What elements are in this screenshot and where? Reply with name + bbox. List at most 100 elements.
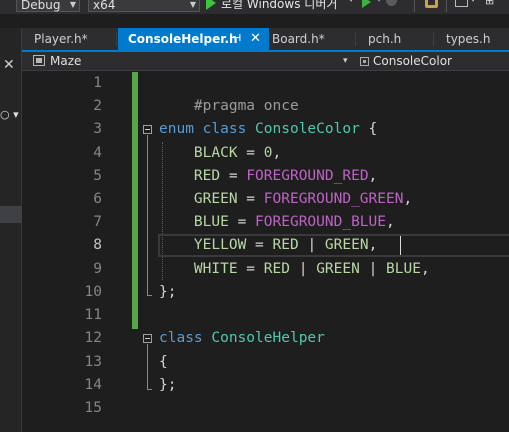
tab-player-h[interactable]: Player.h* [22, 28, 116, 50]
operator: = [237, 145, 264, 161]
tab-label: types.h [446, 32, 491, 46]
grid-icon[interactable]: ⊞ [485, 0, 499, 7]
line-number: 7 [93, 214, 102, 230]
code-line-12: class ConsoleHelper [159, 327, 325, 350]
operator: | [289, 261, 317, 277]
code-editor[interactable]: 1 2 3 4 5 6 7 8 9 10 11 12 13 14 15 #pra… [22, 72, 509, 432]
enum-member: RED [193, 168, 221, 184]
left-tool-window: ✕ ○ ▾ [0, 28, 22, 432]
toolbar-separator [414, 0, 415, 12]
document-tab-bar: Player.h* ConsoleHelper.h ⊣ ✕ Board.h* p… [22, 28, 509, 52]
keyword: class [202, 121, 247, 137]
type-name: ConsoleColor [255, 121, 360, 137]
tab-divider [116, 32, 117, 46]
macro: FOREGROUND_BLUE [255, 214, 386, 230]
line-number: 10 [84, 284, 102, 300]
line-number: 9 [93, 261, 102, 277]
tab-label: pch.h [368, 32, 402, 46]
start-debugging-button[interactable]: 로컬 Windows 디버거 [221, 0, 337, 12]
punctuation: , [403, 191, 413, 207]
change-tracking-bar [132, 72, 138, 329]
play-icon[interactable] [206, 0, 216, 10]
operator: = [246, 237, 273, 253]
code-line-7: BLUE = FOREGROUND_BLUE, [159, 211, 395, 234]
enum-member: GREEN [316, 261, 360, 277]
enum-member: GREEN [193, 191, 238, 207]
chevron-down-icon[interactable]: ▾ [343, 53, 348, 70]
punctuation: , [368, 168, 378, 184]
line-number: 13 [84, 354, 102, 370]
tab-pch-h[interactable]: pch.h [356, 28, 432, 50]
keyword: enum [159, 121, 194, 137]
operator: = [237, 191, 264, 207]
code-line-5: RED = FOREGROUND_RED, [159, 165, 377, 188]
punctuation: { [368, 121, 378, 137]
fold-guide-end [147, 295, 152, 296]
close-icon[interactable]: ✕ [3, 58, 15, 72]
scope-icon [360, 57, 369, 66]
enum-member: YELLOW [193, 237, 247, 253]
platform-dropdown[interactable]: x64 ▼ [88, 0, 200, 12]
number-literal: 0 [263, 145, 273, 161]
project-icon [33, 55, 45, 66]
pin-icon[interactable]: ⊣ [232, 28, 241, 50]
platform-value: x64 [93, 0, 116, 12]
enum-member: WHITE [193, 261, 238, 277]
line-number: 1 [93, 75, 102, 91]
code-line-9: WHITE = RED | GREEN | BLUE, [159, 258, 430, 281]
scope-dropdown[interactable]: ConsoleColor [373, 53, 452, 70]
line-number: 3 [93, 121, 102, 137]
type-name: ConsoleHelper [211, 330, 325, 346]
fold-guide-line [147, 344, 148, 389]
punctuation: }; [159, 377, 177, 393]
debug-target-icon[interactable] [386, 0, 397, 6]
operator: | [298, 237, 325, 253]
enum-member: RED [272, 237, 299, 253]
tab-types-h[interactable]: types.h [434, 28, 509, 50]
line-number: 2 [93, 98, 102, 114]
code-line-8: YELLOW = RED | GREEN, [159, 234, 377, 257]
chevron-down-icon[interactable]: ▼ [470, 0, 476, 3]
line-number: 15 [84, 400, 102, 416]
chevron-down-icon[interactable]: ▼ [376, 0, 382, 3]
toolbar: Debug ▼ x64 ▼ 로컬 Windows 디버거 ▼ ▼ ▼ ⊞ [0, 0, 509, 14]
macro: FOREGROUND_RED [246, 168, 369, 184]
dropdown-icon[interactable]: ○ ▾ [0, 108, 19, 121]
chevron-down-icon[interactable]: ▼ [348, 0, 354, 3]
enum-member: BLUE [386, 261, 421, 277]
navigation-bar: Maze ▾ ConsoleColor [22, 52, 509, 71]
operator: = [220, 168, 247, 184]
line-number: 4 [93, 145, 102, 161]
line-number: 14 [84, 377, 102, 393]
line-number-current: 8 [93, 237, 102, 253]
punctuation: , [420, 261, 430, 277]
keyword: class [159, 330, 203, 346]
macro: FOREGROUND_GREEN [263, 191, 404, 207]
operator: = [237, 261, 264, 277]
selected-tree-row[interactable] [0, 206, 22, 223]
collapse-icon[interactable] [143, 334, 152, 343]
window-layout-icon[interactable] [455, 0, 468, 7]
line-number-gutter: 1 2 3 4 5 6 7 8 9 10 11 12 13 14 15 [22, 72, 102, 432]
code-line-14: }; [159, 374, 176, 397]
properties-icon[interactable] [425, 0, 438, 8]
chevron-down-icon: ▼ [189, 0, 196, 9]
operator: = [228, 214, 256, 230]
code-line-10: }; [159, 281, 176, 304]
collapse-icon[interactable] [143, 125, 152, 134]
text-caret [400, 236, 401, 255]
solution-config-dropdown[interactable]: Debug ▼ [16, 0, 80, 12]
punctuation: , [272, 145, 282, 161]
toolbar-separator [446, 0, 447, 12]
project-dropdown[interactable]: Maze [50, 53, 81, 70]
tab-label: Board.h* [272, 32, 325, 46]
code-line-6: GREEN = FOREGROUND_GREEN, [159, 188, 412, 211]
chevron-down-icon: ▼ [69, 0, 76, 9]
line-number: 11 [84, 307, 102, 323]
tab-board-h[interactable]: Board.h* [260, 28, 356, 50]
start-without-debugging-icon[interactable] [362, 0, 371, 8]
preprocessor-directive: #pragma once [193, 98, 299, 114]
tab-consolehelper-h[interactable]: ConsoleHelper.h ⊣ ✕ [118, 28, 269, 50]
solution-config-value: Debug [21, 0, 61, 12]
punctuation: { [159, 354, 168, 370]
